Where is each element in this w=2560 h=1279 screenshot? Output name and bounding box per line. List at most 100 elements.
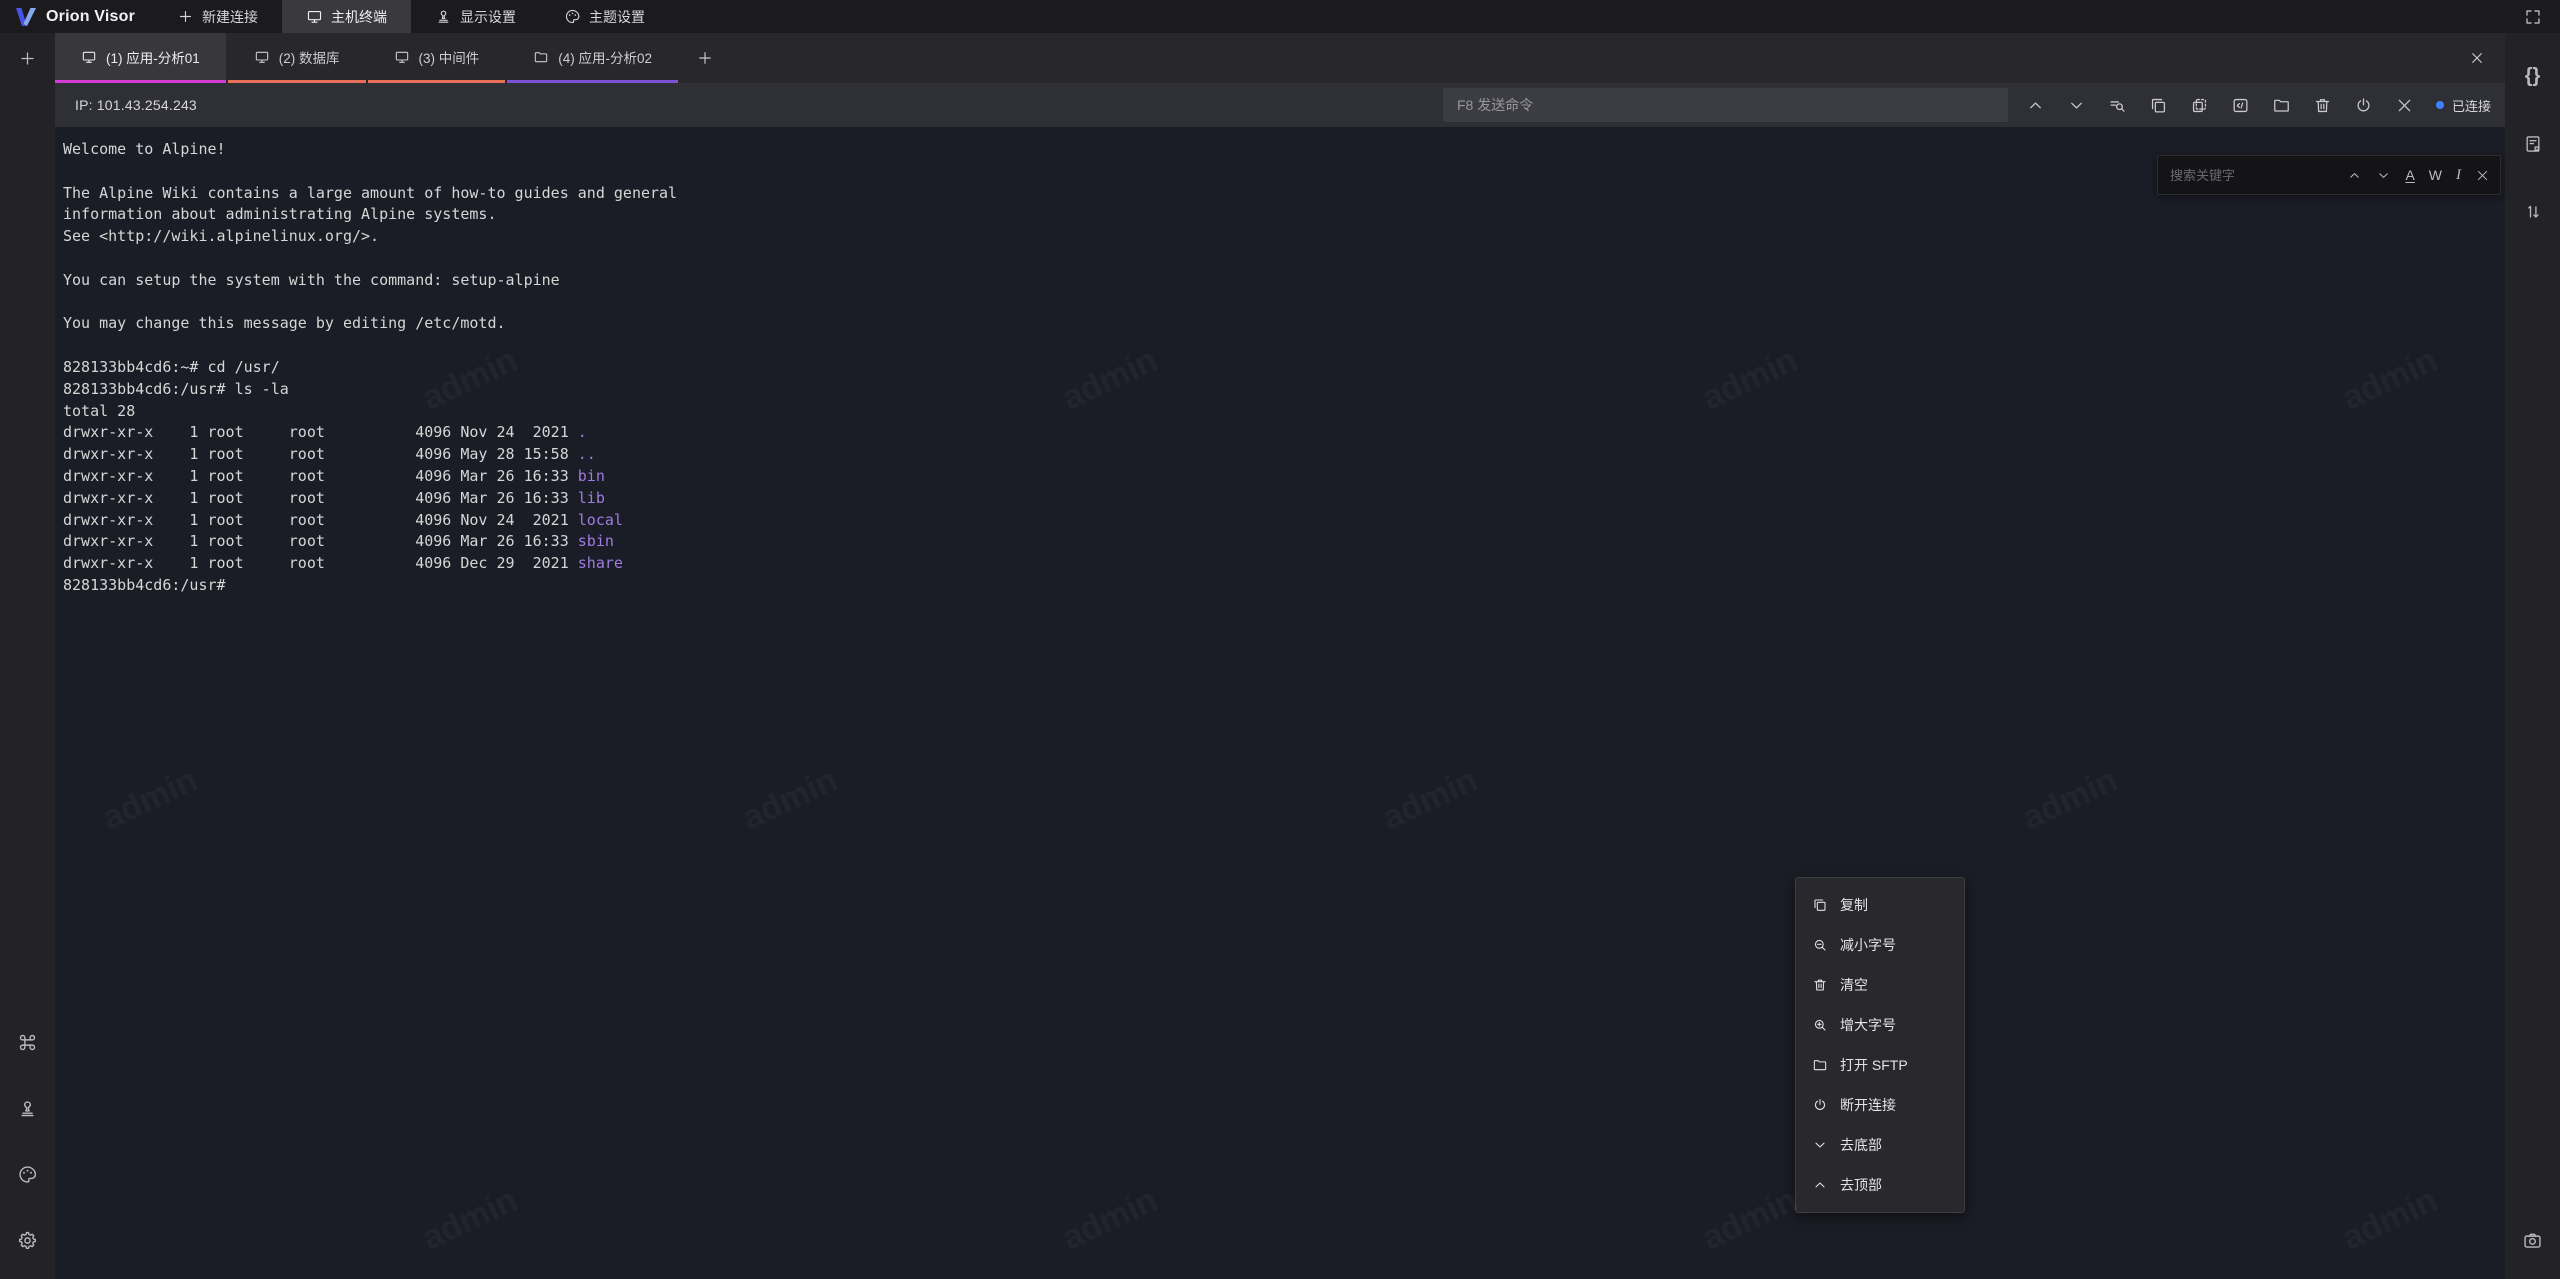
close-all-tabs-button[interactable] <box>2449 33 2505 83</box>
plus-icon <box>177 8 194 25</box>
tab-2[interactable]: (2) 数据库 <box>228 33 366 83</box>
terminal-line: information about administrating Alpine … <box>63 204 2497 226</box>
settings-button[interactable] <box>17 1215 38 1265</box>
terminal-line: The Alpine Wiki contains a large amount … <box>63 183 2497 205</box>
context-menu-item-label: 打开 SFTP <box>1840 1055 1908 1075</box>
power-icon <box>2354 96 2373 115</box>
whole-word-button[interactable]: W <box>2429 168 2442 182</box>
ctx-decrease-font[interactable]: 减小字号 <box>1796 925 1964 965</box>
tab-4[interactable]: (4) 应用-分析02 <box>507 33 678 83</box>
monitor-icon <box>306 8 323 25</box>
chevron-down-icon <box>2067 96 2086 115</box>
monitor-icon <box>81 49 97 65</box>
terminal-context-menu: 复制减小字号清空增大字号打开 SFTP 断开连接去底部去顶部 <box>1795 877 1965 1213</box>
copy-button[interactable] <box>2149 96 2168 115</box>
search-next-button[interactable] <box>2376 168 2391 183</box>
ctx-clear[interactable]: 清空 <box>1796 965 1964 1005</box>
command-snippet-button[interactable] <box>2231 96 2250 115</box>
tab-1[interactable]: (1) 应用-分析01 <box>55 33 226 83</box>
display-setting-button[interactable] <box>17 1083 38 1133</box>
terminal-line <box>63 335 2497 357</box>
status-label: 已连接 <box>2452 96 2491 115</box>
ctx-go-bottom[interactable]: 去底部 <box>1796 1125 1964 1165</box>
fullscreen-icon[interactable] <box>2524 8 2542 26</box>
whole-word-icon: W <box>2429 168 2442 182</box>
disconnect-button[interactable] <box>2354 96 2373 115</box>
context-menu-item-label: 增大字号 <box>1840 1015 1896 1035</box>
command-log-button[interactable] <box>2523 119 2543 169</box>
left-sidebar <box>0 33 55 1279</box>
menu-item-host-terminal[interactable]: 主机终端 <box>282 0 411 33</box>
send-command-input[interactable] <box>1443 88 2008 122</box>
tab-3[interactable]: (3) 中间件 <box>368 33 506 83</box>
terminal-line <box>63 292 2497 314</box>
folder-icon <box>1812 1057 1828 1073</box>
terminal-text: drwxr-xr-x 1 root root 4096 Mar 26 16:33 <box>63 532 578 550</box>
directory-name: share <box>578 554 623 572</box>
match-case-icon: A <box>2405 168 2414 182</box>
terminal-area[interactable]: Welcome to Alpine! The Alpine Wiki conta… <box>55 127 2505 1279</box>
theme-setting-button[interactable] <box>17 1149 38 1199</box>
scroll-to-top-button[interactable] <box>2026 96 2045 115</box>
search-prev-button[interactable] <box>2347 168 2362 183</box>
search-keyword-input[interactable] <box>2170 168 2347 183</box>
directory-name: bin <box>578 467 605 485</box>
connection-status[interactable]: 已连接 <box>2436 96 2491 115</box>
open-sftp-button[interactable] <box>2272 96 2291 115</box>
sort-icon <box>2523 202 2543 222</box>
terminal-line: 828133bb4cd6:/usr# ls -la <box>63 379 2497 401</box>
ctx-increase-font[interactable]: 增大字号 <box>1796 1005 1964 1045</box>
screenshot-button[interactable] <box>2522 1215 2543 1265</box>
terminal-text: drwxr-xr-x 1 root root 4096 Mar 26 16:33 <box>63 489 578 507</box>
new-tab-button[interactable] <box>18 33 37 83</box>
braces-icon: {} <box>2525 66 2541 86</box>
right-sidebar: {} <box>2505 33 2560 1279</box>
ctx-open-sftp[interactable]: 打开 SFTP <box>1796 1045 1964 1085</box>
chevron-up-icon <box>2026 96 2045 115</box>
search-button[interactable] <box>2108 96 2127 115</box>
terminal-text: total 28 <box>63 402 135 420</box>
clear-button[interactable] <box>2313 96 2332 115</box>
camera-icon <box>2522 1230 2543 1251</box>
paste-button[interactable] <box>2190 96 2209 115</box>
regex-button[interactable]: I <box>2456 168 2461 183</box>
ctx-go-top[interactable]: 去顶部 <box>1796 1165 1964 1205</box>
terminal-text: drwxr-xr-x 1 root root 4096 Mar 26 16:33 <box>63 467 578 485</box>
monitor-icon <box>254 49 270 65</box>
close-button[interactable] <box>2395 96 2414 115</box>
terminal-tab-bar: (1) 应用-分析01 (2) 数据库 (3) 中间件 (4) 应用-分析02 <box>55 33 2505 83</box>
terminal-text: You can setup the system with the comman… <box>63 271 560 289</box>
search-close-button[interactable] <box>2475 168 2490 183</box>
tab-label: (2) 数据库 <box>279 47 340 67</box>
directory-name: . <box>578 423 587 441</box>
transfer-list-button[interactable] <box>2523 187 2543 237</box>
terminal-text: drwxr-xr-x 1 root root 4096 Dec 29 2021 <box>63 554 578 572</box>
stamp-icon <box>17 1098 38 1119</box>
terminal-text: 828133bb4cd6:/usr# ls -la <box>63 380 289 398</box>
menu-item-display-settings[interactable]: 显示设置 <box>411 0 540 33</box>
shortcut-keys-button[interactable] <box>17 1017 38 1067</box>
match-case-button[interactable]: A <box>2405 168 2414 182</box>
ctx-disconnect[interactable]: 断开连接 <box>1796 1085 1964 1125</box>
add-tab-button[interactable] <box>680 33 730 83</box>
terminal-search-box: A WI <box>2157 155 2501 195</box>
snippets-panel-button[interactable]: {} <box>2523 51 2543 101</box>
context-menu-item-label: 去底部 <box>1840 1135 1882 1155</box>
app-title: Orion Visor <box>46 8 135 26</box>
code-icon <box>2231 96 2250 115</box>
terminal-line: drwxr-xr-x 1 root root 4096 Mar 26 16:33… <box>63 488 2497 510</box>
context-menu-item-label: 去顶部 <box>1840 1175 1882 1195</box>
ctx-copy[interactable]: 复制 <box>1796 885 1964 925</box>
stamp-icon <box>435 8 452 25</box>
menu-item-theme-settings[interactable]: 主题设置 <box>540 0 669 33</box>
menu-item-new-connection[interactable]: 新建连接 <box>153 0 282 33</box>
copy-icon <box>1812 897 1828 913</box>
tab-label: (1) 应用-分析01 <box>106 47 200 67</box>
directory-name: .. <box>578 445 596 463</box>
center-column: (1) 应用-分析01(2) 数据库(3) 中间件(4) 应用-分析02 IP:… <box>55 33 2505 1279</box>
orion-visor-logo-icon <box>14 6 38 28</box>
context-menu-item-label: 清空 <box>1840 975 1868 995</box>
plus-icon <box>696 49 714 67</box>
scroll-to-bottom-button[interactable] <box>2067 96 2086 115</box>
tab-label: (4) 应用-分析02 <box>558 47 652 67</box>
